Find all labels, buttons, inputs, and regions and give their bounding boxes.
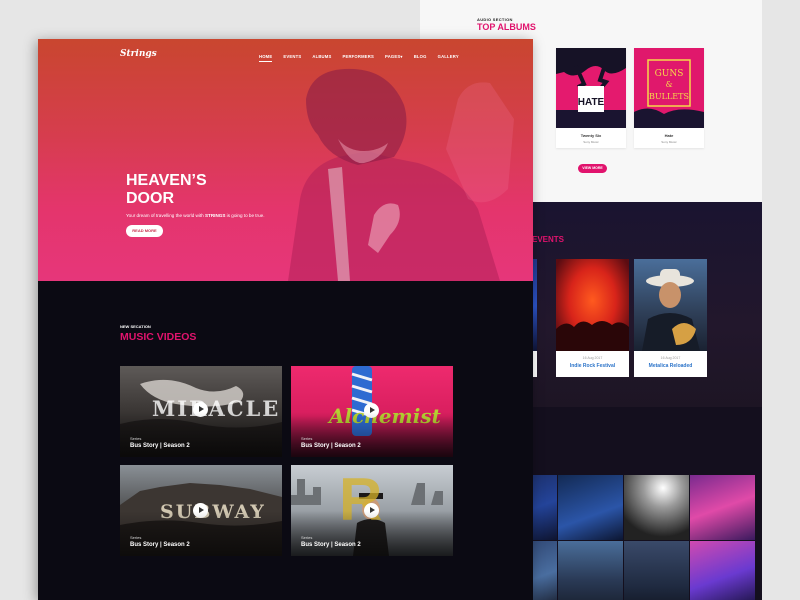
nav-item-pages-label: PAGES bbox=[385, 54, 401, 59]
gallery-image[interactable] bbox=[690, 541, 755, 600]
read-more-button[interactable]: READ MORE bbox=[126, 225, 163, 237]
hero-section: Strings HOME EVENTS ALBUMS PERFORMERS PA… bbox=[38, 39, 533, 281]
hero-description: Your dream of travelling the world with … bbox=[126, 213, 264, 218]
nav-item-albums[interactable]: ALBUMS bbox=[312, 54, 331, 59]
card-shade bbox=[291, 511, 453, 556]
video-series: Series bbox=[301, 436, 313, 441]
events-title: EVENTS bbox=[532, 235, 565, 244]
card-shade bbox=[291, 412, 453, 457]
video-card[interactable]: R Series Bus Story | Season 2 bbox=[291, 465, 453, 556]
event-date: 16 Aug 2017 bbox=[582, 356, 603, 360]
video-name[interactable]: Bus Story | Season 2 bbox=[301, 542, 361, 548]
hero-title-line: HEAVEN’S bbox=[126, 172, 207, 189]
videos-kicker: NEW SECATION bbox=[120, 324, 151, 329]
video-name[interactable]: Bus Story | Season 2 bbox=[301, 443, 361, 449]
main-nav: HOME EVENTS ALBUMS PERFORMERS PAGES▾ BLO… bbox=[259, 54, 470, 62]
event-image bbox=[556, 259, 629, 351]
music-videos-section: NEW SECATION MUSIC VIDEOS MIRACLE Series… bbox=[38, 281, 533, 600]
video-name[interactable]: Bus Story | Season 2 bbox=[130, 542, 190, 548]
hero-brand: STRINGS bbox=[204, 213, 226, 218]
nav-item-gallery[interactable]: GALLERY bbox=[438, 54, 459, 59]
hero-title: HEAVEN’S DOOR bbox=[126, 172, 276, 208]
album-cover-text: GUNS bbox=[655, 69, 684, 79]
card-shade bbox=[120, 511, 282, 556]
album-cover-text: HATE bbox=[578, 97, 605, 108]
gallery-image[interactable] bbox=[690, 475, 755, 540]
album-cover-text: & bbox=[665, 80, 672, 89]
albums-title: TOP ALBUMS bbox=[477, 22, 536, 32]
nav-item-performers[interactable]: PERFORMERS bbox=[342, 54, 374, 59]
hero-singer-image bbox=[288, 68, 514, 281]
event-card[interactable]: 16 Aug 2017 Indie Rock Festival bbox=[556, 259, 629, 377]
gallery-image[interactable] bbox=[624, 541, 689, 600]
album-artist: Sony Music bbox=[583, 140, 599, 144]
video-series: Series bbox=[130, 535, 142, 540]
album-cover-text: BULLETS bbox=[649, 92, 689, 101]
album-cover: GUNS & BULLETS bbox=[634, 48, 704, 128]
video-card[interactable]: SUBWAY Series Bus Story | Season 2 bbox=[120, 465, 282, 556]
gallery-image[interactable] bbox=[624, 475, 689, 540]
hero-text-part: Your dream of travelling the world with bbox=[126, 213, 205, 218]
hero-title-line: DOOR bbox=[126, 190, 174, 207]
nav-item-blog[interactable]: BLOG bbox=[414, 54, 427, 59]
video-name[interactable]: Bus Story | Season 2 bbox=[130, 443, 190, 449]
view-more-button[interactable]: VIEW MORE bbox=[578, 164, 607, 173]
video-card[interactable]: MIRACLE Series Bus Story | Season 2 bbox=[120, 366, 282, 457]
event-name[interactable]: Metalica Reloaded bbox=[634, 363, 707, 369]
album-card[interactable]: GUNS & BULLETS Hate Sony Music bbox=[634, 48, 704, 148]
gallery-image[interactable] bbox=[558, 541, 623, 600]
event-card[interactable]: 16 Aug 2017 Metalica Reloaded bbox=[634, 259, 707, 377]
album-name: Twenty Six bbox=[580, 133, 602, 138]
album-cover: HATE bbox=[556, 48, 626, 128]
event-name[interactable]: Indie Rock Festival bbox=[556, 363, 629, 369]
event-date: 16 Aug 2017 bbox=[660, 356, 681, 360]
front-page: Strings HOME EVENTS ALBUMS PERFORMERS PA… bbox=[38, 39, 533, 600]
event-image bbox=[634, 259, 707, 351]
video-series: Series bbox=[130, 436, 142, 441]
site-logo[interactable]: Strings bbox=[120, 49, 157, 59]
album-artist: Sony Music bbox=[661, 140, 677, 144]
card-shade bbox=[120, 412, 282, 457]
gallery-image[interactable] bbox=[558, 475, 623, 540]
video-card[interactable]: Alchemist Series Bus Story | Season 2 bbox=[291, 366, 453, 457]
nav-item-events[interactable]: EVENTS bbox=[283, 54, 301, 59]
video-series: Series bbox=[301, 535, 313, 540]
hero-text-part: is going to be true. bbox=[225, 213, 265, 218]
album-name: Hate bbox=[664, 133, 674, 138]
nav-item-pages[interactable]: PAGES▾ bbox=[385, 54, 403, 59]
nav-item-home[interactable]: HOME bbox=[259, 54, 273, 62]
videos-title: MUSIC VIDEOS bbox=[120, 331, 197, 343]
chevron-down-icon: ▾ bbox=[400, 54, 403, 59]
album-card[interactable]: HATE Twenty Six Sony Music bbox=[556, 48, 626, 148]
